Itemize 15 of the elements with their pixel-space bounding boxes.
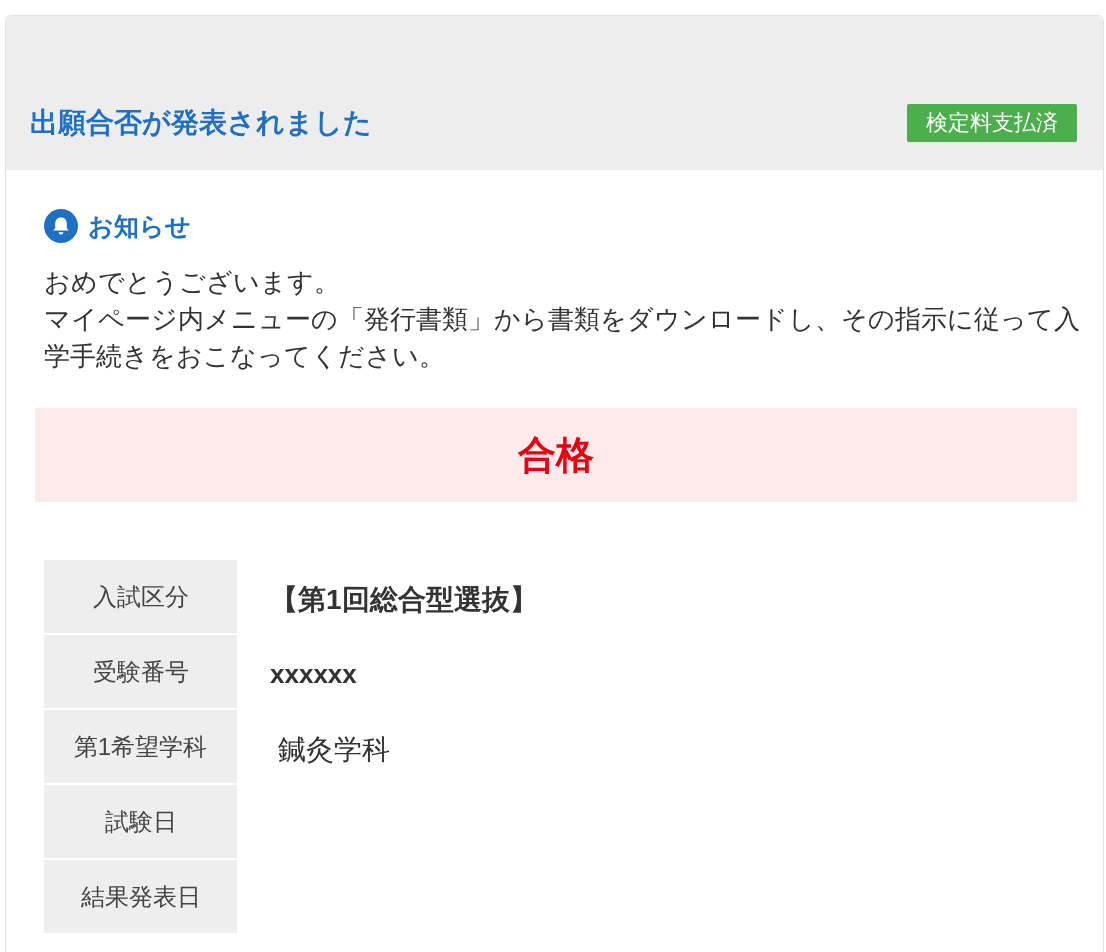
label-cell: 入試区分 [44,560,237,633]
value-text: xxxxxx [270,659,357,690]
label-cell: 第1希望学科 [44,710,237,783]
bell-icon [44,209,78,243]
label-cell: 結果発表日 [44,860,237,933]
notice-title: お知らせ [88,210,191,242]
notice-text: おめでとうございます。 [44,267,341,298]
result-text: 合格 [518,432,594,478]
status-badge: 検定料支払済 [907,104,1077,142]
notice-text: マイページ内メニューの「発行書類」から書類をダウンロードし、その指示に従って入学手続きをおこなってください。 [44,304,1081,372]
label-cell: 試験日 [44,785,237,858]
header-title: 出願合否が発表されました [30,106,372,140]
label-cell: 受験番号 [44,635,237,708]
value-text: 鍼灸学科 [277,732,390,767]
value-text: 【第1回総合型選抜】 [270,582,538,617]
